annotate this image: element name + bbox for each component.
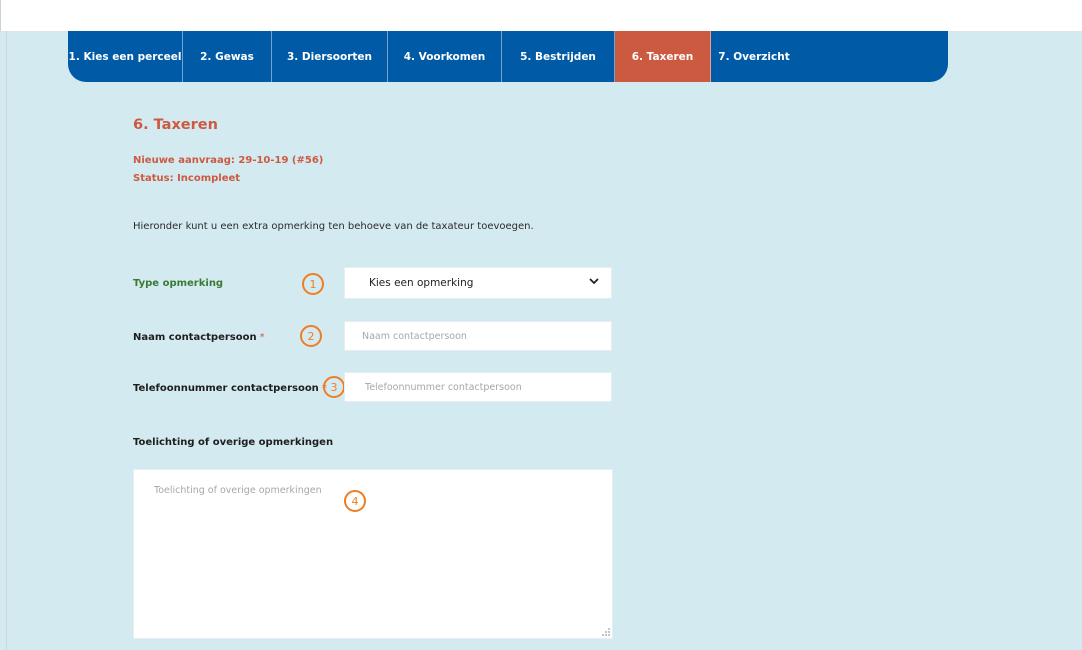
toelichting-label: Toelichting of overige opmerkingen	[133, 437, 334, 448]
naam-contactpersoon-label-text: Naam contactpersoon	[133, 332, 257, 343]
marker-1: 1	[302, 273, 324, 295]
type-opmerking-select[interactable]: Kies een opmerking	[344, 267, 612, 299]
page-title: 6. Taxeren	[133, 117, 218, 133]
step-diersoorten[interactable]: 3. Diersoorten	[272, 31, 388, 82]
marker-3: 3	[323, 376, 345, 398]
marker-2: 2	[300, 325, 322, 347]
step-kies-een-perceel[interactable]: 1. Kies een perceel	[68, 31, 183, 82]
chevron-down-icon	[589, 278, 599, 284]
step-gewas[interactable]: 2. Gewas	[183, 31, 272, 82]
type-opmerking-label: Type opmerking	[133, 278, 224, 289]
request-info: Nieuwe aanvraag: 29-10-19 (#56)	[133, 155, 324, 166]
step-voorkomen[interactable]: 4. Voorkomen	[388, 31, 502, 82]
resize-grip-icon[interactable]	[601, 627, 611, 637]
required-mark: *	[259, 332, 265, 343]
step-navigation: 1. Kies een perceel 2. Gewas 3. Diersoor…	[68, 31, 948, 82]
naam-contactpersoon-input[interactable]	[344, 321, 612, 351]
intro-text: Hieronder kunt u een extra opmerking ten…	[133, 221, 534, 232]
status-text: Status: Incompleet	[133, 173, 241, 184]
step-overzicht[interactable]: 7. Overzicht	[711, 31, 797, 82]
telefoonnummer-label: Telefoonnummer contactpersoon *	[133, 383, 327, 394]
page-frame: 1. Kies een perceel 2. Gewas 3. Diersoor…	[0, 0, 1082, 650]
step-taxeren-active[interactable]: 6. Taxeren	[615, 31, 711, 82]
telefoonnummer-label-text: Telefoonnummer contactpersoon	[133, 383, 319, 394]
toelichting-textarea[interactable]	[133, 469, 613, 639]
type-opmerking-selected: Kies een opmerking	[369, 277, 474, 289]
top-strip	[0, 0, 1082, 32]
marker-4: 4	[344, 490, 366, 512]
left-divider	[6, 31, 7, 650]
step-bestrijden[interactable]: 5. Bestrijden	[502, 31, 615, 82]
telefoonnummer-input[interactable]	[344, 372, 612, 402]
naam-contactpersoon-label: Naam contactpersoon *	[133, 332, 265, 343]
